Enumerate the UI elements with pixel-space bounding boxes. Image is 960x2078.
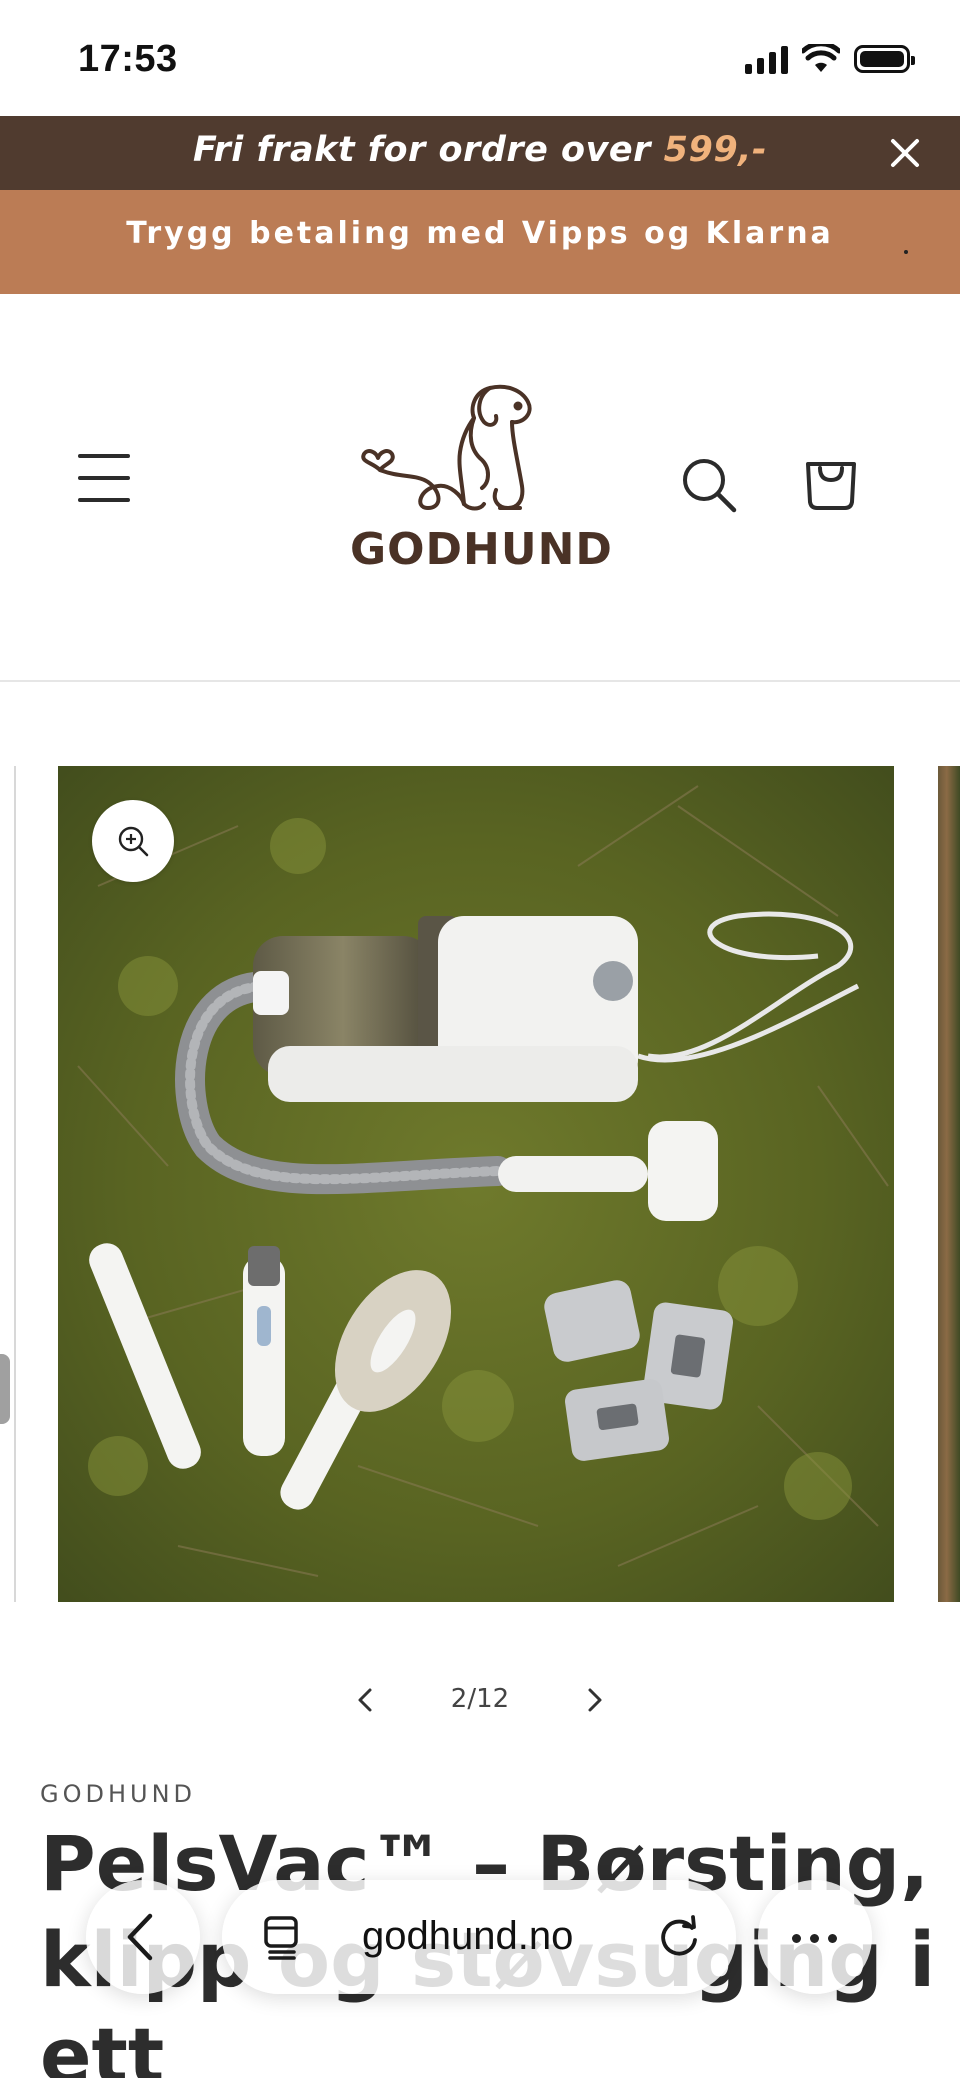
back-chevron-icon [127, 1913, 153, 1961]
product-title-line: ett [40, 2011, 165, 2078]
slider-navigation: 2/12 [0, 1670, 960, 1730]
indicator-dot [904, 250, 908, 254]
payment-bar: Trygg betaling med Vipps og Klarna [0, 190, 960, 294]
browser-back-button[interactable] [86, 1880, 200, 1994]
payment-text: Trygg betaling med Vipps og Klarna [126, 216, 834, 251]
more-button[interactable] [758, 1880, 872, 1994]
address-bar[interactable]: godhund.no [222, 1880, 736, 1994]
cart-icon[interactable] [802, 450, 860, 512]
product-image[interactable] [58, 766, 894, 1602]
browser-toolbar: godhund.no [0, 1860, 960, 2010]
search-icon[interactable] [680, 456, 738, 514]
previous-slide-peek[interactable] [0, 766, 16, 1602]
site-logo[interactable]: GODHUND [350, 378, 613, 578]
slide-counter: 2/12 [450, 1684, 510, 1714]
reload-icon[interactable] [654, 1912, 704, 1962]
menu-icon [78, 454, 130, 458]
zoom-in-icon [118, 826, 149, 857]
status-time: 17:53 [78, 38, 178, 80]
next-slide-peek[interactable] [938, 766, 960, 1602]
tabs-icon [264, 1916, 298, 1960]
menu-button[interactable] [78, 454, 136, 504]
free-shipping-amount: 599,- [663, 130, 767, 170]
chevron-right-icon[interactable] [574, 1680, 614, 1720]
address-bar-url: godhund.no [362, 1914, 574, 1958]
logo-text: GODHUND [350, 524, 613, 575]
cellular-signal-icon [745, 44, 788, 74]
free-shipping-text: Fri frakt for ordre over 599,- [0, 130, 960, 170]
status-bar: 17:53 [0, 0, 960, 116]
more-icon [792, 1934, 801, 1943]
product-vendor: GODHUND [40, 1780, 197, 1808]
chevron-left-icon[interactable] [346, 1680, 386, 1720]
wifi-icon [802, 44, 840, 72]
free-shipping-label: Fri frakt for ordre over [192, 130, 664, 170]
announcement-bar: Fri frakt for ordre over 599,- [0, 116, 960, 190]
zoom-button[interactable] [92, 800, 174, 882]
battery-icon [854, 45, 915, 73]
status-icons [745, 44, 915, 74]
site-header: GODHUND [0, 294, 960, 682]
close-icon[interactable] [884, 132, 926, 174]
product-photo [58, 766, 894, 1602]
dog-logo [361, 384, 532, 511]
